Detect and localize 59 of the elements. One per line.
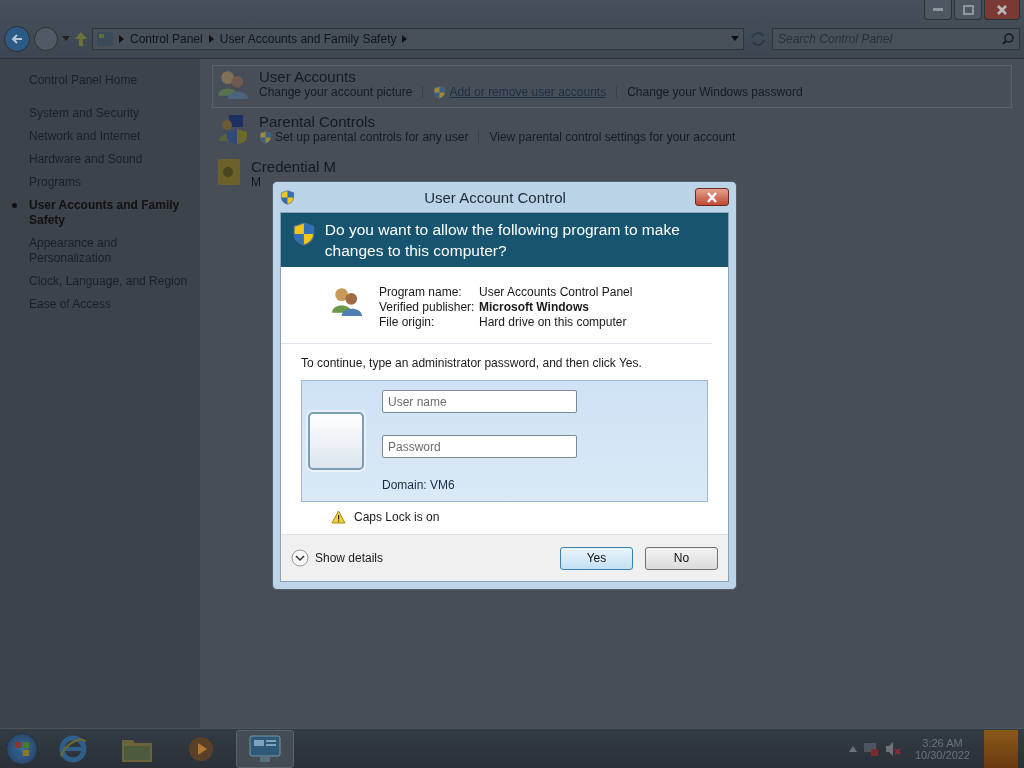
chevron-right-icon — [208, 35, 214, 43]
category-title[interactable]: User Accounts — [259, 68, 803, 85]
info-label: Verified publisher: — [379, 300, 476, 314]
caps-lock-warning: Caps Lock is on — [354, 510, 440, 524]
breadcrumb[interactable]: Control Panel — [130, 32, 203, 46]
breadcrumb[interactable]: User Accounts and Family Safety — [219, 32, 397, 46]
search-icon — [1002, 33, 1014, 45]
warning-icon — [331, 510, 346, 524]
close-button[interactable] — [984, 0, 1020, 20]
info-label: Program name: — [379, 285, 463, 299]
close-icon — [706, 191, 718, 203]
info-value: Microsoft Windows — [479, 300, 590, 314]
chevron-right-icon — [119, 35, 124, 43]
network-icon[interactable] — [862, 740, 879, 757]
category-title[interactable]: Credential M — [251, 158, 337, 175]
play-icon[interactable] — [187, 734, 215, 763]
windows-logo — [14, 740, 30, 757]
dropdown-arrow-icon[interactable] — [62, 36, 70, 42]
maximize-icon — [962, 4, 974, 15]
info-label: File origin: — [379, 315, 436, 329]
caret-up-icon[interactable] — [848, 745, 857, 752]
instruction-text: To continue, type an administrator password, and then click Yes. — [300, 355, 643, 372]
info-value: Hard drive on this computer — [479, 315, 628, 329]
monitor-icon[interactable] — [248, 733, 282, 764]
taskbar-button[interactable] — [236, 729, 294, 768]
chevron-right-icon — [402, 35, 408, 43]
muted-speaker-icon[interactable] — [884, 740, 901, 757]
family-shield-icon — [217, 113, 249, 145]
domain-label: Domain: VM6 — [382, 478, 456, 492]
input-field[interactable]: User name — [382, 390, 577, 413]
maximize-button[interactable] — [954, 0, 982, 20]
chevron-down-icon — [291, 549, 309, 567]
users-icon — [217, 68, 249, 100]
minimize-button[interactable] — [924, 0, 952, 20]
category-title[interactable]: Parental Controls — [259, 113, 736, 130]
back-arrow-icon — [11, 33, 23, 45]
sidebar-link[interactable]: User Accounts and Family Safety — [12, 198, 193, 228]
shield-icon — [280, 189, 295, 205]
input-field[interactable]: Password — [382, 435, 577, 458]
back-button[interactable] — [4, 26, 30, 52]
users-icon — [331, 285, 363, 317]
safe-icon — [217, 158, 241, 186]
minimize-icon — [933, 8, 943, 11]
globe-e-icon[interactable] — [58, 733, 88, 764]
dialog-button[interactable]: No — [645, 546, 718, 570]
question-text: Do you want to allow the following program to make changes to this computer? — [324, 220, 681, 261]
dialog-title: User Account Control — [424, 188, 566, 206]
close-icon — [997, 4, 1007, 15]
clock-time[interactable]: 3:26 AM — [922, 736, 963, 749]
dropdown-arrow-icon[interactable] — [731, 36, 739, 42]
start-button[interactable] — [6, 732, 38, 765]
close-button[interactable] — [695, 188, 729, 206]
dialog-button[interactable]: Yes — [560, 546, 633, 570]
user-tile — [308, 412, 364, 470]
up-arrow-icon[interactable] — [74, 31, 88, 47]
info-value: User Accounts Control Panel — [479, 285, 633, 299]
clock-date[interactable]: 10/30/2022 — [914, 748, 970, 761]
address-bar[interactable]: Control Panel User Accounts and Family Safety — [92, 28, 744, 50]
show-details-button[interactable]: Show details — [291, 549, 384, 567]
